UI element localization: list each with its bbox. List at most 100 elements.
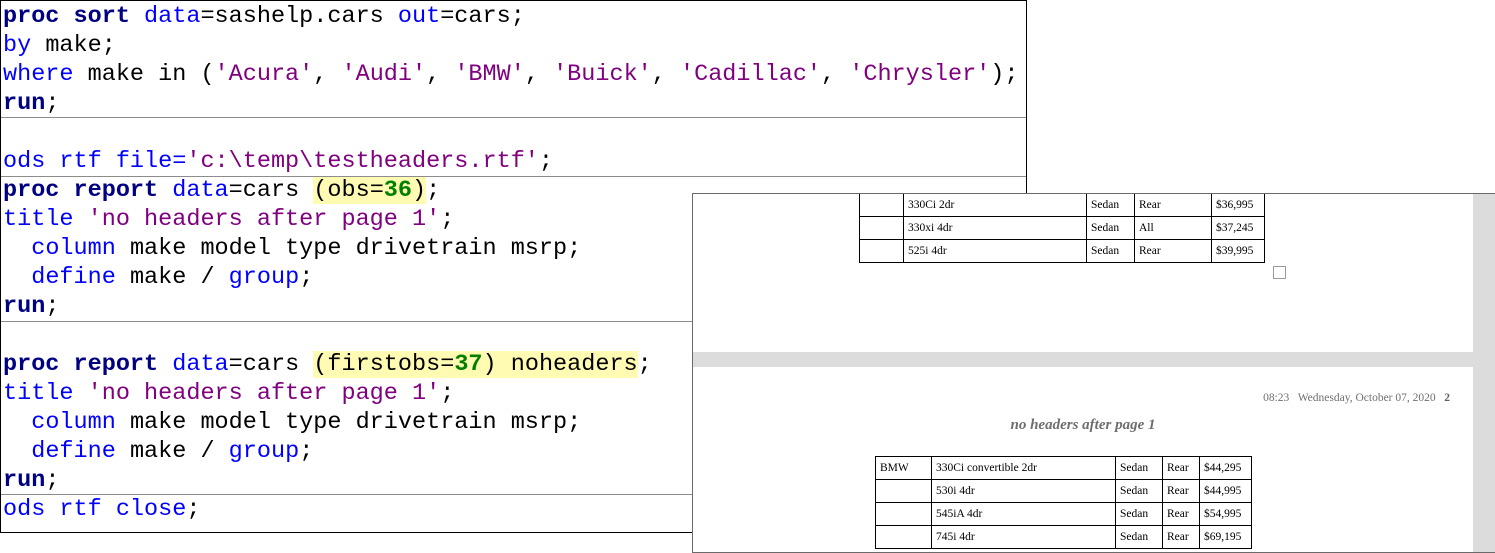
statement: ods rtf close <box>3 496 187 523</box>
code-text: make / <box>115 264 229 291</box>
report-title: no headers after page 1 <box>1010 417 1156 433</box>
table-row: 525i 4dr Sedan Rear $39,995 <box>859 239 1265 263</box>
code-line-17[interactable]: run; <box>3 466 59 495</box>
cell-type: Sedan <box>1115 502 1163 526</box>
keyword: proc report <box>3 177 159 204</box>
code-text: ; <box>637 351 652 378</box>
cell-model: 530i 4dr <box>931 479 1116 503</box>
page-number: 2 <box>1444 392 1450 404</box>
code-line-15[interactable]: column make model type drivetrain msrp; <box>3 408 581 437</box>
code-line-8[interactable]: title 'no headers after page 1'; <box>3 205 454 234</box>
code-text: , <box>313 61 342 88</box>
string-literal: 'Acura' <box>214 61 314 88</box>
code-text: ; <box>426 177 441 204</box>
cell-drivetrain: Rear <box>1162 479 1200 503</box>
rtf-document-preview[interactable]: 330Ci 2dr Sedan Rear $36,995 330xi 4dr S… <box>692 193 1495 553</box>
code-text: ; <box>45 467 60 494</box>
statement: column <box>31 409 116 436</box>
table-row: 545iA 4dr Sedan Rear $54,995 <box>875 502 1252 526</box>
code-line-18[interactable]: ods rtf close; <box>3 495 200 524</box>
keyword: run <box>3 467 46 494</box>
code-line-4[interactable]: run; <box>3 89 59 118</box>
string-literal: 'c:\temp\testheaders.rtf' <box>186 148 539 175</box>
statement: define <box>31 264 116 291</box>
code-line-13[interactable]: proc report data=cars (firstobs=37) nohe… <box>3 350 652 379</box>
code-text: ) <box>412 177 427 204</box>
cell-drivetrain: Rear <box>1134 239 1212 263</box>
code-text: ; <box>299 438 314 465</box>
code-line-11[interactable]: run; <box>3 292 59 321</box>
report-table-page-2: BMW 330Ci convertible 2dr Sedan Rear $44… <box>875 456 1252 549</box>
cell-msrp: $37,245 <box>1211 216 1265 240</box>
cell-msrp: $44,995 <box>1199 479 1252 503</box>
option: data <box>158 177 229 204</box>
code-text: make model type drivetrain msrp; <box>115 409 582 436</box>
cell-make <box>875 479 932 503</box>
statement: define <box>31 438 116 465</box>
code-line-9[interactable]: column make model type drivetrain msrp; <box>3 234 581 263</box>
keyword: run <box>3 90 46 117</box>
code-text: ) noheaders <box>482 351 638 378</box>
highlighted-option: (firstobs=37) noheaders <box>313 351 638 378</box>
report-table-page-1: 330Ci 2dr Sedan Rear $36,995 330xi 4dr S… <box>859 194 1265 263</box>
number-literal: 36 <box>383 177 413 204</box>
code-line-10[interactable]: define make / group; <box>3 263 313 292</box>
cell-model: 330Ci 2dr <box>903 194 1087 217</box>
highlighted-option: (obs=36) <box>313 177 427 204</box>
code-line-7[interactable]: proc report data=cars (obs=36); <box>3 176 440 205</box>
option: data <box>129 3 201 30</box>
cell-drivetrain: Rear <box>1162 456 1200 480</box>
cell-drivetrain: Rear <box>1134 194 1212 217</box>
cell-msrp: $36,995 <box>1211 194 1265 217</box>
cell-make <box>859 194 904 217</box>
cell-type: Sedan <box>1115 479 1163 503</box>
code-line-2[interactable]: by make; <box>3 31 116 60</box>
string-literal: 'Chrysler' <box>849 61 991 88</box>
cell-make: BMW <box>875 456 932 480</box>
code-text: , <box>651 61 680 88</box>
code-line-6[interactable]: ods rtf file='c:\temp\testheaders.rtf'; <box>3 147 553 176</box>
table-row: 330Ci 2dr Sedan Rear $36,995 <box>859 194 1265 217</box>
option: group <box>228 438 300 465</box>
statement: column <box>31 235 116 262</box>
cell-make <box>875 502 932 526</box>
cell-model: 330Ci convertible 2dr <box>931 456 1116 480</box>
cell-drivetrain: Rear <box>1162 525 1200 549</box>
header-date: Wednesday, October 07, 2020 <box>1297 392 1436 404</box>
statement: title <box>3 380 74 407</box>
cell-type: Sedan <box>1086 239 1135 263</box>
code-text: ; <box>440 206 455 233</box>
cell-make <box>875 525 932 549</box>
cell-model: 525i 4dr <box>903 239 1087 263</box>
code-text: , <box>426 61 455 88</box>
page-header-line: 08:23 Wednesday, October 07, 2020 2 <box>1263 392 1450 404</box>
code-text: , <box>524 61 554 88</box>
table-end-marker <box>1273 266 1286 279</box>
statement: by <box>3 32 32 59</box>
code-line-1[interactable]: proc sort data=sashelp.cars out=cars; <box>3 2 525 31</box>
code-text: ; <box>538 148 554 175</box>
code-line-3[interactable]: where make in ('Acura', 'Audi', 'BMW', '… <box>3 60 1019 89</box>
string-literal: 'Audi' <box>341 61 427 88</box>
cell-msrp: $69,195 <box>1199 525 1252 549</box>
code-text: make model type drivetrain msrp; <box>115 235 582 262</box>
code-line-14[interactable]: title 'no headers after page 1'; <box>3 379 454 408</box>
code-text: =cars; <box>440 3 525 30</box>
code-text: ; <box>45 90 60 117</box>
table-row: 530i 4dr Sedan Rear $44,995 <box>875 479 1252 503</box>
cell-msrp: $39,995 <box>1211 239 1265 263</box>
cell-drivetrain: All <box>1134 216 1212 240</box>
code-text: =cars <box>228 177 314 204</box>
cell-msrp: $54,995 <box>1199 502 1252 526</box>
code-line-16[interactable]: define make / group; <box>3 437 313 466</box>
cell-make <box>859 239 904 263</box>
cell-model: 545iA 4dr <box>931 502 1116 526</box>
code-text: ; <box>299 264 314 291</box>
code-text: (firstobs= <box>313 351 455 378</box>
statement: where <box>3 61 74 88</box>
